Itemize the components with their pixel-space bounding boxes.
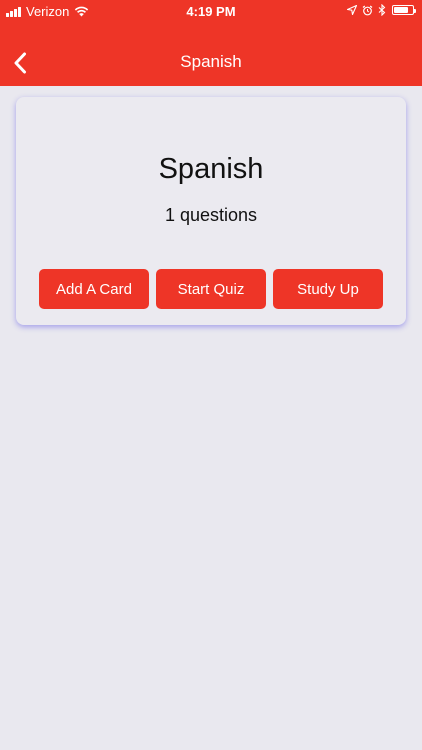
location-arrow-icon <box>347 5 357 15</box>
deck-card: Spanish 1 questions Add A Card Start Qui… <box>16 97 406 325</box>
bluetooth-icon <box>378 4 386 16</box>
status-right <box>342 4 416 16</box>
alarm-icon <box>362 5 373 15</box>
deck-actions: Add A Card Start Quiz Study Up <box>39 269 383 309</box>
battery-icon <box>392 5 416 15</box>
status-bar: Verizon 4:19 PM <box>0 0 422 24</box>
battery-level <box>394 7 408 13</box>
study-up-button[interactable]: Study Up <box>273 269 383 309</box>
start-quiz-button[interactable]: Start Quiz <box>156 269 266 309</box>
nav-title: Spanish <box>180 52 242 71</box>
app-header: Verizon 4:19 PM Spanish <box>0 0 422 86</box>
deck-title: Spanish <box>158 153 264 185</box>
add-card-button[interactable]: Add A Card <box>39 269 149 309</box>
deck-question-count: 1 questions <box>164 205 258 225</box>
